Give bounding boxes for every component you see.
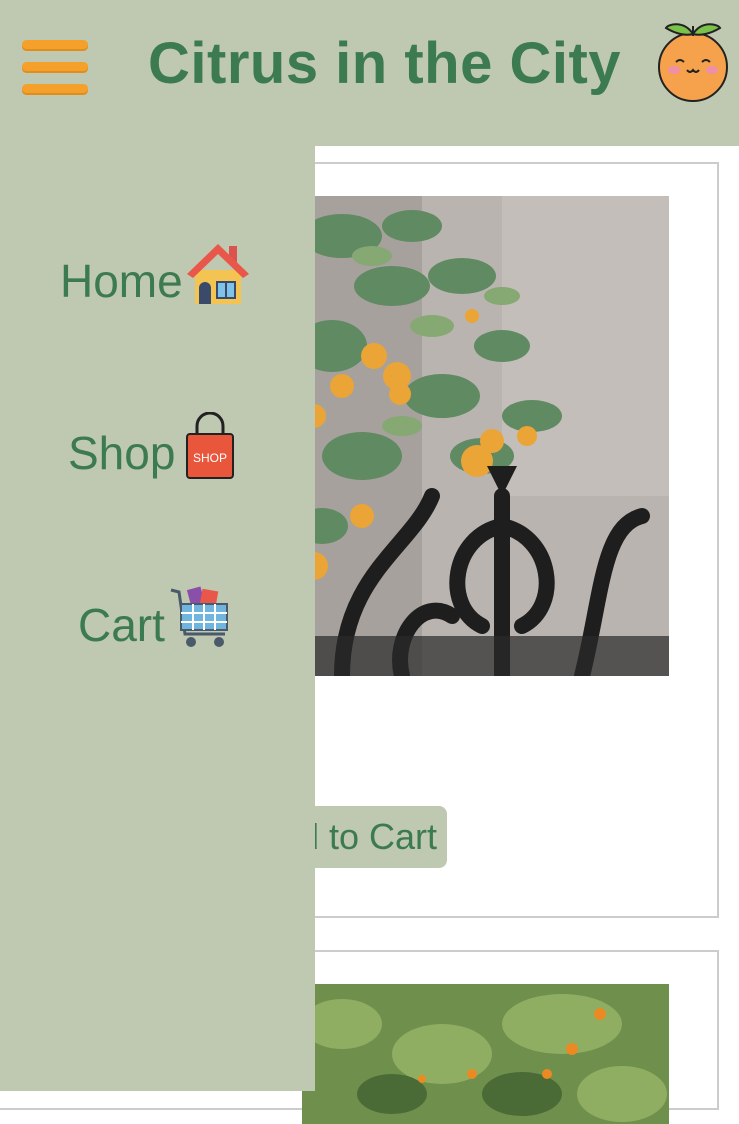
house-icon [185, 240, 251, 308]
sidebar-item-home[interactable]: Home [60, 240, 251, 308]
hamburger-menu-icon[interactable] [22, 38, 90, 100]
product-image[interactable] [302, 984, 669, 1124]
site-title: Citrus in the City [148, 31, 622, 96]
product-image[interactable] [302, 196, 669, 676]
sidebar-item-label: Home [60, 255, 183, 307]
shopping-cart-icon [167, 584, 233, 652]
site-header: Citrus in the City [0, 0, 739, 146]
kawaii-orange-icon[interactable] [654, 18, 732, 104]
sidebar-item-label: Shop [68, 427, 176, 479]
sidebar-item-cart[interactable]: Cart [78, 584, 233, 652]
sidebar-item-shop[interactable]: Shop SHOP [68, 411, 243, 480]
sidebar-nav: Home Shop SHOP Cart [0, 146, 315, 1091]
sidebar-item-label: Cart [78, 599, 165, 651]
shop-bag-icon: SHOP [177, 411, 243, 480]
svg-text:SHOP: SHOP [193, 451, 227, 465]
